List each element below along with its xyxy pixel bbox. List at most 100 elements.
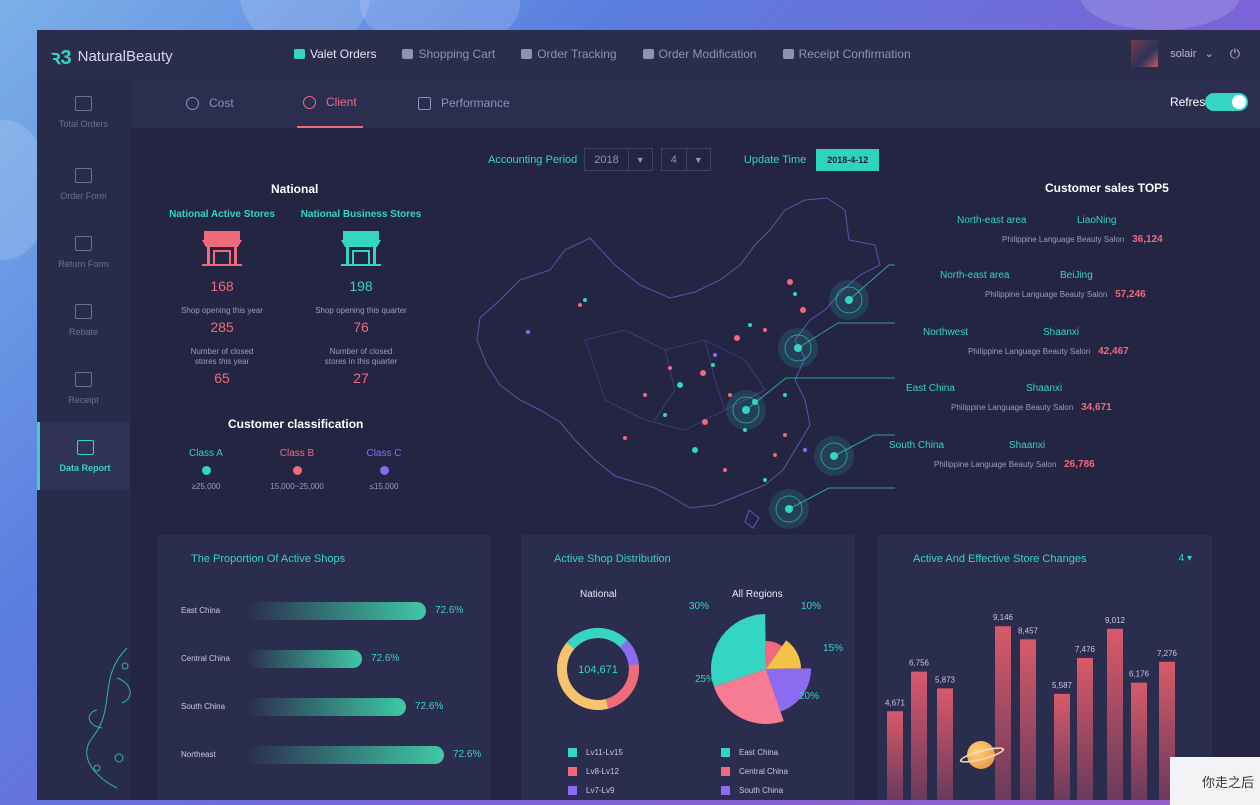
image-icon [75, 235, 92, 251]
user-menu[interactable]: solair ⌄ ⏻ [1131, 40, 1240, 67]
sidebar-item-return-form[interactable]: Return Form [37, 218, 130, 286]
proportion-bar-row: East China 72.6% [181, 602, 491, 622]
power-icon[interactable]: ⏻ [1230, 46, 1240, 62]
class-dot [292, 466, 302, 475]
class-dot [201, 466, 211, 475]
bar [246, 602, 426, 620]
top5-area: South China [889, 440, 945, 451]
legend-item: Lv11-Lv15 [568, 748, 623, 757]
floral-ornament [86, 647, 131, 789]
map-point [793, 292, 797, 296]
nav-receipt-confirmation[interactable]: Receipt Confirmation [782, 47, 911, 61]
sidebar-item-rebate[interactable]: Rebate [37, 286, 130, 354]
update-time-label: Update Time [743, 153, 807, 166]
map-point [787, 279, 793, 285]
floating-planet-icon[interactable] [957, 735, 1007, 775]
nav-order-tracking[interactable]: Order Tracking [521, 47, 617, 61]
legend-item: Lv8-Lv12 [568, 767, 619, 776]
map-point [668, 366, 672, 370]
nav-shopping-cart[interactable]: Shopping Cart [402, 47, 495, 61]
top5-value: 26,786 [1064, 459, 1095, 470]
logo[interactable]: ꝛ3 NaturalBeauty [51, 43, 173, 70]
legend-item: South China [721, 786, 783, 795]
chart-line-icon [418, 96, 431, 110]
logo-mark-icon: ꝛ3 [51, 47, 72, 69]
legend-swatch [721, 748, 730, 757]
top5-item[interactable]: East China Shaanxi Philippine Language Bea… [906, 383, 1166, 413]
map-point [663, 413, 667, 417]
bar-label: South China [181, 702, 226, 711]
map-connector-line [745, 377, 895, 411]
bar-value: 72.6% [415, 701, 444, 712]
top5-value: 36,124 [1132, 234, 1163, 245]
change-bar [1020, 639, 1036, 800]
tab-cost[interactable]: Cost [186, 78, 234, 128]
change-bar-label: 8,457 [1018, 626, 1039, 635]
top5-title: Customer sales TOP5 [1045, 181, 1169, 195]
top5-item[interactable]: North-east area BeiJing Philippine Languag… [940, 270, 1200, 300]
top5-value: 57,246 [1115, 289, 1146, 300]
tab-client[interactable]: Client [297, 78, 363, 128]
user-icon [303, 95, 316, 109]
bar-value: 72.6% [453, 749, 482, 760]
top5-area: East China [906, 383, 955, 394]
proportion-title: The Proportion Of Active Shops [191, 553, 346, 565]
donut-total: 104,671 [578, 664, 618, 676]
pie-label: 30% [689, 601, 710, 612]
sidebar-item-data-report[interactable]: Data Report [37, 422, 130, 490]
pie-label: 10% [801, 601, 822, 612]
update-time-value[interactable]: 2018-4-12 [816, 148, 880, 171]
top5-salon: Philippine Language Beauty Salon [968, 347, 1091, 356]
year-select[interactable]: 2018 ▼ [584, 148, 653, 171]
chevron-down-icon[interactable]: ⌄ [1204, 47, 1213, 60]
bar-label: Northeast [181, 750, 216, 759]
tab-performance[interactable]: Performance [418, 78, 510, 128]
bar [246, 650, 362, 668]
bar-label: Central China [181, 654, 230, 663]
nav-valet-orders[interactable]: Valet Orders [294, 47, 376, 61]
top5-item[interactable]: South China Shaanxi Philippine Language Be… [889, 440, 1149, 470]
business-stores-stats: National Business Stores 198 Shop openin… [300, 209, 422, 386]
regions-label: All Regions [732, 589, 783, 600]
store-changes-chart: 4,671 6,756 5,873 9,146 8,457 5,587 7,476 9,012… [885, 613, 1178, 800]
top5-salon: Philippine Language Beauty Salon [951, 403, 1074, 412]
top5-item[interactable]: North-east area LiaoNing Philippine Langua… [957, 215, 1217, 245]
proportion-bar-row: Northeast 72.6% [181, 746, 491, 766]
map-point [702, 419, 708, 425]
map-point [643, 393, 647, 397]
pie-label: 20% [799, 691, 820, 702]
sidebar-item-receipt[interactable]: Receipt [37, 354, 130, 422]
national-donut: 104,671 [557, 628, 639, 710]
change-bar-label: 9,012 [1105, 616, 1126, 625]
pinned-notification[interactable]: 你走之后 [1170, 757, 1260, 805]
legend-swatch [568, 748, 577, 757]
sidebar-item-order-form[interactable]: Order Form [37, 150, 130, 218]
refresh-toggle[interactable] [1205, 93, 1248, 111]
map-point [711, 363, 715, 367]
truck-icon [521, 49, 533, 59]
month-select[interactable]: 4 ▼ [660, 148, 711, 171]
change-bar-label: 5,587 [1052, 681, 1073, 690]
map-point [713, 353, 717, 357]
change-bar [911, 671, 927, 800]
active-stores-stats: National Active Stores 168 Shop opening … [169, 209, 275, 386]
top5-city: BeiJing [1060, 270, 1093, 281]
nav-order-modification[interactable]: Order Modification [642, 47, 757, 61]
avatar[interactable] [1131, 40, 1159, 67]
change-bar-label: 6,756 [909, 659, 930, 668]
map-point [800, 307, 806, 313]
map-point [734, 335, 740, 341]
map-point [692, 447, 698, 453]
list-icon [642, 49, 654, 59]
map-point [763, 328, 767, 332]
top5-value: 34,671 [1081, 402, 1112, 413]
top5-city: Shaanxi [1026, 383, 1063, 394]
distribution-panel: Active Shop Distribution National All Re… [521, 535, 855, 800]
yen-icon [186, 96, 199, 110]
toggle-knob [1232, 95, 1246, 109]
top5-salon: Philippine Language Beauty Salon [934, 460, 1057, 469]
top5-item[interactable]: Northwest Shaanxi Philippine Language Beau… [923, 327, 1183, 357]
change-bar [1107, 628, 1123, 800]
sidebar-item-total-orders[interactable]: Total Orders [37, 78, 130, 146]
map-point [583, 298, 587, 302]
